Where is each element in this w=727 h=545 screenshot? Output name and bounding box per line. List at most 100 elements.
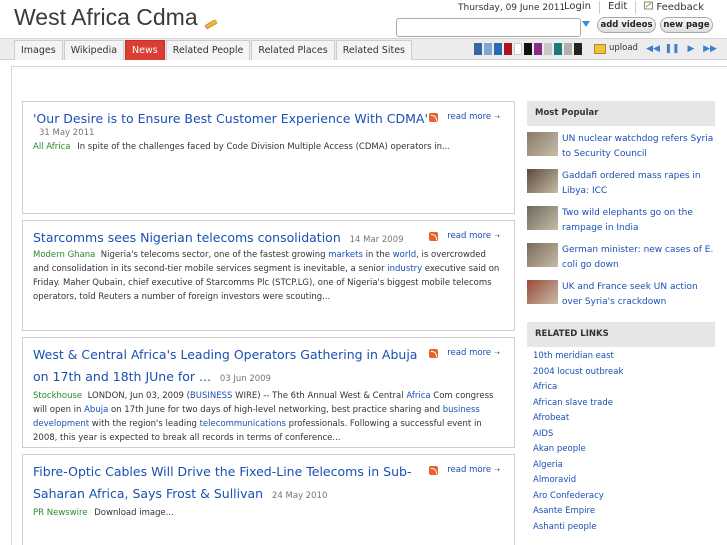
color-swatch[interactable] — [524, 43, 532, 55]
related-link[interactable]: Almoravid — [527, 473, 715, 489]
news-snippet: In spite of the challenges faced by Code… — [77, 142, 451, 152]
news-source[interactable]: All Africa — [33, 142, 70, 152]
feedback-icon — [644, 1, 656, 14]
color-swatch[interactable] — [544, 43, 552, 55]
arrow-icon: ➝ — [494, 113, 500, 121]
tab-related-people[interactable]: Related People — [165, 40, 251, 60]
news-title[interactable]: Starcomms sees Nigerian telecoms consoli… — [33, 230, 341, 245]
popular-item[interactable]: Two wild elephants go on the rampage in … — [527, 206, 715, 242]
snippet-link[interactable]: BUSINESS — [190, 391, 232, 401]
color-swatch[interactable] — [514, 43, 522, 55]
popular-thumbnail[interactable] — [527, 132, 558, 156]
feedback-label: Feedback — [656, 1, 704, 13]
snippet-link[interactable]: industry — [387, 264, 422, 274]
related-link[interactable]: African slave trade — [527, 396, 715, 412]
related-link[interactable]: Asante Empire — [527, 504, 715, 520]
tab-related-sites[interactable]: Related Sites — [335, 40, 412, 60]
rss-icon[interactable] — [429, 231, 439, 241]
new-page-button[interactable]: new page — [660, 17, 713, 33]
color-swatch[interactable] — [574, 43, 582, 55]
most-popular-list: UN nuclear watchdog refers Syria to Secu… — [527, 132, 715, 316]
news-title[interactable]: 'Our Desire is to Ensure Best Customer E… — [33, 111, 428, 126]
upload-icon[interactable] — [594, 44, 606, 54]
news-title[interactable]: Fibre-Optic Cables Will Drive the Fixed-… — [33, 464, 411, 501]
popular-item[interactable]: German minister: new cases of E. coli go… — [527, 243, 715, 279]
arrow-icon: ➝ — [494, 232, 500, 240]
rewind-icon[interactable]: ◀◀ — [646, 43, 660, 55]
related-link[interactable]: Akan people — [527, 442, 715, 458]
media-controls: ◀◀ ❚❚ ▶ ▶▶ — [646, 43, 722, 55]
upload-link[interactable]: upload — [609, 43, 638, 53]
news-item: Fibre-Optic Cables Will Drive the Fixed-… — [22, 454, 515, 545]
tab-news[interactable]: News — [125, 40, 165, 60]
related-link[interactable]: Ashanti people — [527, 520, 715, 536]
pause-icon[interactable]: ❚❚ — [664, 43, 679, 55]
snippet-link[interactable]: Africa — [406, 391, 430, 401]
read-more-label: read more — [447, 231, 492, 241]
popular-link[interactable]: Gaddafi ordered mass rapes in Libya: ICC — [562, 169, 715, 205]
rss-icon[interactable] — [429, 465, 439, 475]
color-swatches — [474, 43, 584, 55]
related-link[interactable]: 10th meridian east — [527, 349, 715, 365]
news-source[interactable]: Modern Ghana — [33, 250, 95, 260]
color-swatch[interactable] — [504, 43, 512, 55]
related-link[interactable]: Africa — [527, 380, 715, 396]
snippet-text: with the region's leading — [89, 419, 200, 429]
popular-thumbnail[interactable] — [527, 206, 558, 230]
popular-link[interactable]: UN nuclear watchdog refers Syria to Secu… — [562, 132, 715, 168]
related-link[interactable]: AIDS — [527, 427, 715, 443]
pencil-icon[interactable] — [198, 8, 218, 29]
login-link[interactable]: Login — [556, 1, 599, 14]
snippet-text: WIRE) -- The 6th Annual West & Central — [232, 391, 407, 401]
color-swatch[interactable] — [554, 43, 562, 55]
popular-link[interactable]: UK and France seek UN action over Syria'… — [562, 280, 715, 316]
fast-forward-icon[interactable]: ▶▶ — [703, 43, 717, 55]
related-link[interactable]: Afrobeat — [527, 411, 715, 427]
add-videos-button[interactable]: add videos — [597, 17, 656, 33]
popular-thumbnail[interactable] — [527, 243, 558, 267]
snippet-link[interactable]: telecommunications — [200, 419, 286, 429]
related-link[interactable]: Algeria — [527, 458, 715, 474]
color-swatch[interactable] — [534, 43, 542, 55]
read-more-label: read more — [447, 348, 492, 358]
popular-thumbnail[interactable] — [527, 280, 558, 304]
related-link[interactable]: Aro Confederacy — [527, 489, 715, 505]
read-more-link[interactable]: read more ➝ — [429, 465, 500, 475]
snippet-link[interactable]: markets — [328, 250, 363, 260]
related-link[interactable]: 2004 locust outbreak — [527, 365, 715, 381]
popular-item[interactable]: UK and France seek UN action over Syria'… — [527, 280, 715, 316]
search-input[interactable] — [396, 18, 581, 37]
related-links-heading: RELATED LINKS — [527, 322, 715, 347]
site-title[interactable]: West Africa Cdma — [14, 4, 218, 31]
read-more-link[interactable]: read more ➝ — [429, 348, 500, 358]
feedback-link[interactable]: Feedback — [635, 1, 712, 14]
popular-link[interactable]: German minister: new cases of E. coli go… — [562, 243, 715, 279]
snippet-text: Download image... — [94, 508, 174, 518]
snippet-link[interactable]: Abuja — [84, 405, 108, 415]
edit-link[interactable]: Edit — [598, 1, 635, 14]
news-date: 31 May 2011 — [39, 128, 95, 138]
color-swatch[interactable] — [484, 43, 492, 55]
popular-item[interactable]: Gaddafi ordered mass rapes in Libya: ICC — [527, 169, 715, 205]
snippet-text: on 17th June for two days of high-level … — [108, 405, 443, 415]
snippet-link[interactable]: world — [393, 250, 416, 260]
rss-icon[interactable] — [429, 348, 439, 358]
popular-link[interactable]: Two wild elephants go on the rampage in … — [562, 206, 715, 242]
tab-wikipedia[interactable]: Wikipedia — [63, 40, 125, 60]
color-swatch[interactable] — [564, 43, 572, 55]
read-more-link[interactable]: read more ➝ — [429, 231, 500, 241]
popular-thumbnail[interactable] — [527, 169, 558, 193]
rss-icon[interactable] — [429, 112, 439, 122]
news-source[interactable]: PR Newswire — [33, 508, 88, 518]
popular-item[interactable]: UN nuclear watchdog refers Syria to Secu… — [527, 132, 715, 168]
color-swatch[interactable] — [494, 43, 502, 55]
tab-images[interactable]: Images — [14, 40, 63, 60]
color-swatch[interactable] — [474, 43, 482, 55]
snippet-text: Nigeria's telecoms sector, one of the fa… — [100, 250, 329, 260]
search-dropdown-icon[interactable] — [582, 21, 590, 27]
read-more-link[interactable]: read more ➝ — [429, 112, 500, 122]
tab-related-places[interactable]: Related Places — [251, 40, 335, 60]
play-icon[interactable]: ▶ — [684, 43, 698, 55]
news-source[interactable]: Stockhouse — [33, 391, 82, 401]
snippet-text: in the — [362, 250, 393, 260]
